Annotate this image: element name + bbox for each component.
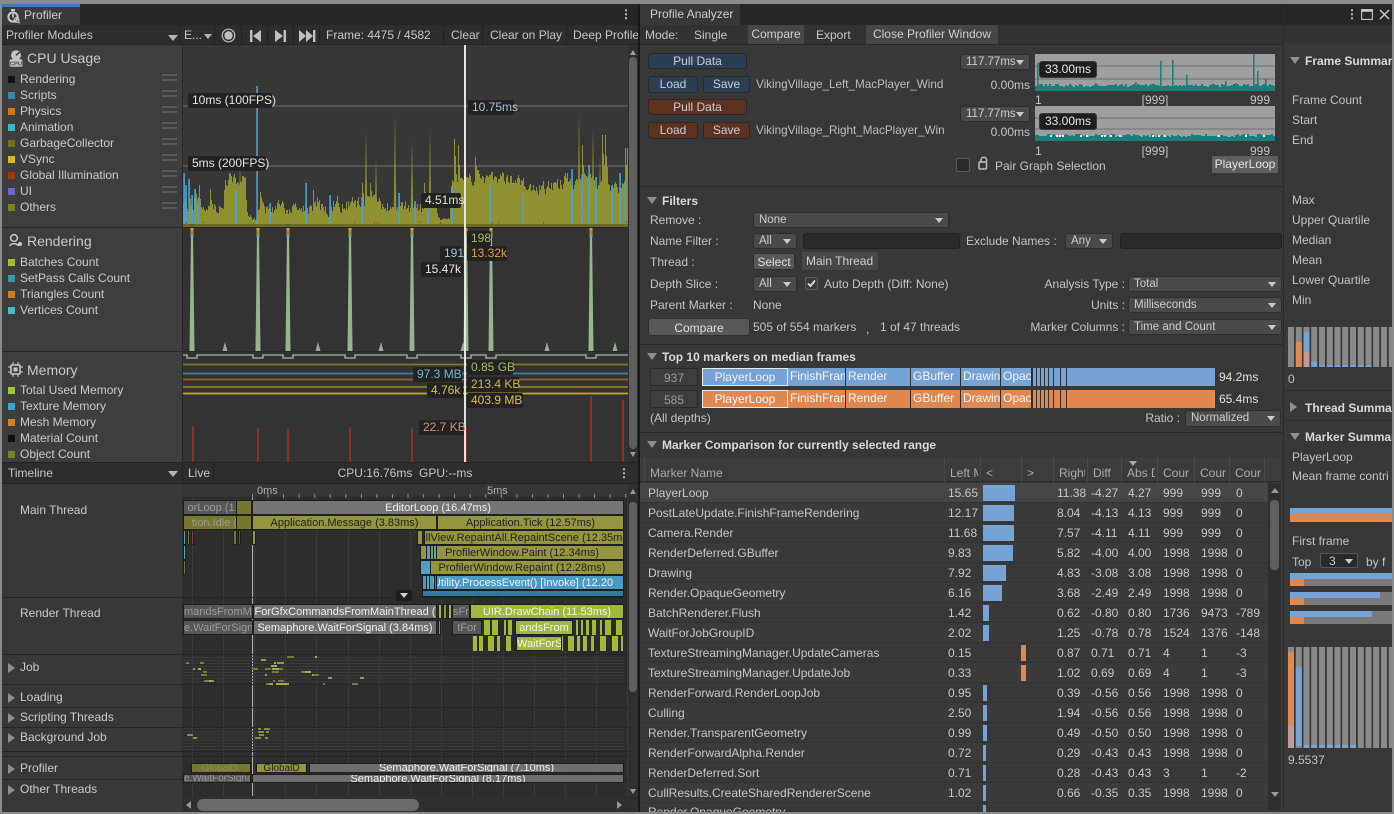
svg-text:CPU: CPU xyxy=(10,61,22,67)
